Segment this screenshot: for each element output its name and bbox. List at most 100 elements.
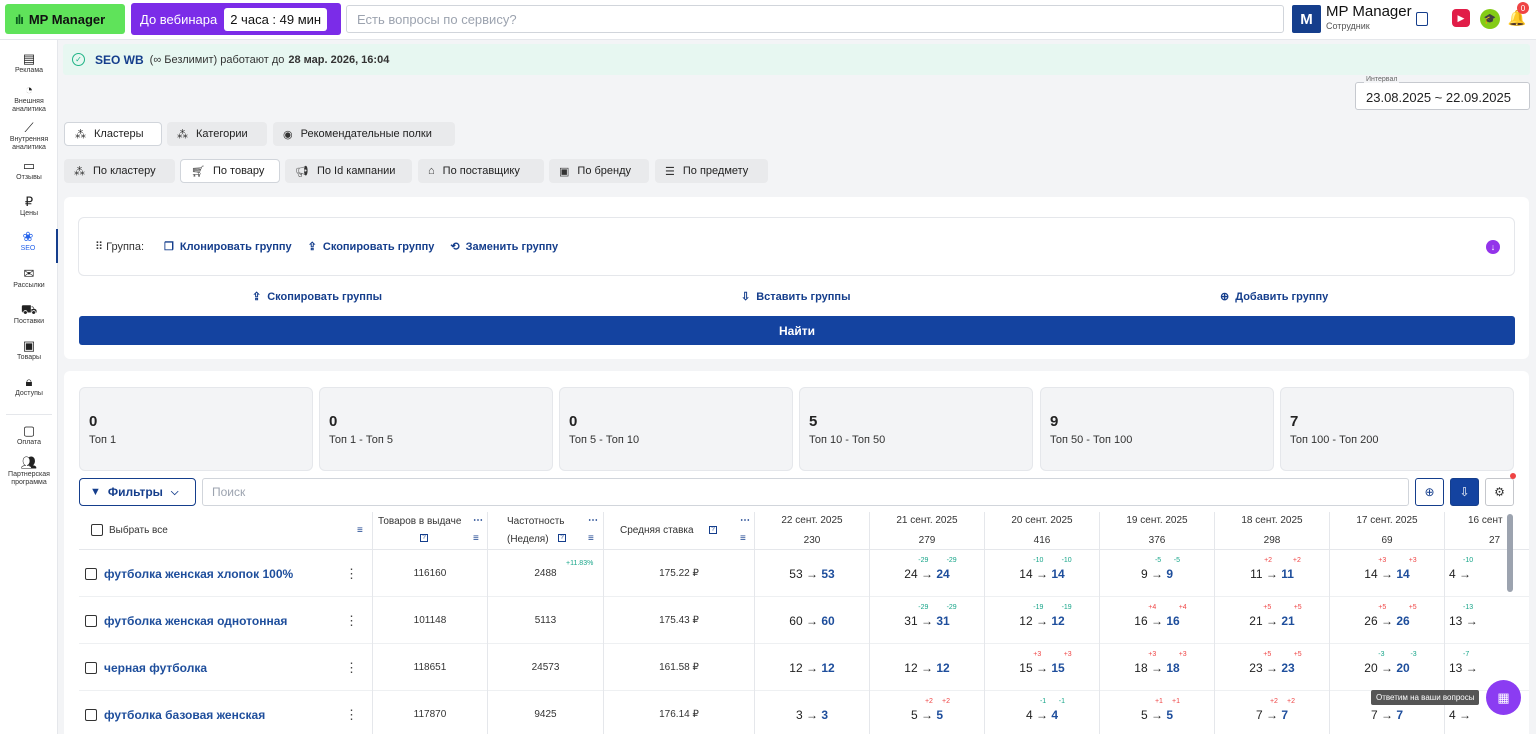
sidebar-item-mailings[interactable]: ✉ Рассылки <box>0 266 58 290</box>
sidebar-item-internal-analytics[interactable]: ⟋ Внутренняя аналитика <box>0 120 58 152</box>
youtube-icon[interactable]: ▶ <box>1452 9 1470 27</box>
tab-by-brand[interactable]: ▣ По бренду <box>549 159 649 183</box>
position-change: 31 → 31 -29 -29 <box>904 603 957 628</box>
row-menu-icon[interactable]: ⋮ <box>345 660 358 676</box>
tab-label: Категории <box>196 128 248 140</box>
header-date: 16 сент 27 <box>1445 512 1529 550</box>
avatar[interactable]: M <box>1292 5 1321 33</box>
sidebar-item-label: Поставки <box>13 318 45 325</box>
keyword-link[interactable]: футболка женская хлопок 100% <box>104 567 293 581</box>
sidebar-item-payment[interactable]: ▢ Оплата <box>0 423 58 447</box>
position-cell: 7 → 7 +2 +2 <box>1215 691 1330 734</box>
position-to: 16 <box>1166 613 1180 628</box>
row-checkbox[interactable] <box>85 708 97 721</box>
help-icon[interactable]: ? <box>558 534 566 542</box>
stat-value: 0 <box>329 413 338 430</box>
column-menu-icon[interactable]: ≡ <box>357 525 363 536</box>
sidebar: ▤ Реклама ◔ Внешняя аналитика ⟋ Внутренняя … <box>0 40 58 734</box>
help-search-input[interactable] <box>346 5 1284 33</box>
filters-button[interactable]: ▼ Фильтры ⌵ <box>79 478 196 506</box>
position-cell: 31 → 31 -29 -29 <box>870 597 985 644</box>
header-frequency-label: Частотность <box>507 516 565 527</box>
copy-group-label: Скопировать группу <box>322 241 435 253</box>
keyword-link[interactable]: футболка базовая женская <box>104 708 265 722</box>
tab-recommended-shelves[interactable]: ◉ Рекомендательные полки <box>273 122 455 146</box>
sidebar-item-label: Реклама <box>14 67 44 74</box>
keywords-table: Выбрать все ≡ Товаров в выдаче ⋯ ? ≡ Час… <box>79 512 1529 734</box>
tab-categories[interactable]: ⁂ Категории <box>167 122 267 146</box>
select-all-checkbox[interactable] <box>91 524 103 536</box>
interval-picker[interactable]: Интервал 23.08.2025 ~ 22.09.2025 <box>1355 76 1530 110</box>
tab-by-cluster[interactable]: ⁂ По кластеру <box>64 159 175 183</box>
position-from: 13 <box>1449 660 1463 675</box>
more-icon[interactable]: ⋯ <box>740 515 750 526</box>
webinar-countdown[interactable]: До вебинара 2 часа : 49 мин <box>131 3 341 35</box>
tab-by-subject[interactable]: ☰ По предмету <box>655 159 768 183</box>
column-menu-icon[interactable]: ≡ <box>740 533 746 544</box>
delta-label: +3 <box>1063 650 1072 658</box>
user-name[interactable]: MP Manager <box>1326 3 1412 20</box>
sidebar-item-seo[interactable]: ❀ SEO <box>0 229 58 263</box>
download-button[interactable]: ⇩ <box>1450 478 1479 506</box>
position-change: 18 → 18 +3 +3 <box>1134 650 1187 675</box>
sidebar-item-products[interactable]: ▣ Товары <box>0 338 58 362</box>
app-logo[interactable]: ılı MP Manager <box>5 4 125 34</box>
table-search-input[interactable] <box>202 478 1409 506</box>
delta-label: +5 <box>1263 650 1272 658</box>
more-icon[interactable]: ⋯ <box>473 515 483 526</box>
help-icon[interactable]: ? <box>709 526 717 534</box>
sidebar-item-access[interactable]: 🔒︎ Доступы <box>0 374 58 398</box>
sidebar-item-prices[interactable]: ₽ Цены <box>0 194 58 218</box>
group-label[interactable]: ⠿ Группа: <box>95 240 144 253</box>
settings-button[interactable]: ⚙ <box>1485 478 1514 506</box>
tab-clusters[interactable]: ⁂ Кластеры <box>64 122 162 146</box>
copy-icon[interactable] <box>1416 12 1428 26</box>
find-button[interactable]: Найти <box>79 316 1515 345</box>
table-scrollbar[interactable] <box>1507 514 1513 592</box>
replace-group-label: Заменить группу <box>465 241 559 253</box>
tab-by-campaign-id[interactable]: 📢︎ По Id кампании <box>285 159 412 183</box>
tab-by-product[interactable]: 🛒︎ По товару <box>180 159 280 183</box>
bid-cell: 176.14 ₽ <box>604 691 755 734</box>
copy-group-button[interactable]: ⇪ Скопировать группу <box>308 240 435 253</box>
position-change: 5 → 5 +2 +2 <box>910 697 951 722</box>
products-cell: 101148 <box>373 597 488 644</box>
sidebar-item-supplies[interactable]: ⛟ Поставки <box>0 302 58 326</box>
row-menu-icon[interactable]: ⋮ <box>345 613 358 629</box>
sidebar-item-label: Отзывы <box>16 174 42 181</box>
sidebar-item-ads[interactable]: ▤ Реклама <box>0 51 58 75</box>
column-menu-icon[interactable]: ≡ <box>473 533 479 544</box>
bid-cell: 175.22 ₽ <box>604 550 755 597</box>
tab-by-supplier[interactable]: ⌂ По поставщику <box>418 159 544 183</box>
sidebar-item-external-analytics[interactable]: ◔ Внешняя аналитика <box>0 82 58 114</box>
table-row: черная футболка ⋮ 118651 24573 161.58 ₽ 12 … <box>79 644 1529 691</box>
keyword-link[interactable]: черная футболка <box>104 661 207 675</box>
expand-icon[interactable]: ↓ <box>1486 240 1500 254</box>
sidebar-item-partners[interactable]: 👥︎ Партнерская программа <box>0 455 58 487</box>
row-menu-icon[interactable]: ⋮ <box>345 707 358 723</box>
target-button[interactable]: ⊕ <box>1415 478 1444 506</box>
copy-groups-button[interactable]: ⇪ Скопировать группы <box>252 290 382 303</box>
drag-handle-icon[interactable]: ⠿ <box>95 241 106 253</box>
stat-top5-10: 0 Топ 5 - Топ 10 <box>559 387 793 471</box>
add-group-button[interactable]: ⊕ Добавить группу <box>1220 290 1328 303</box>
more-icon[interactable]: ⋯ <box>588 515 598 526</box>
position-cell: 26 → 26 +5 +5 <box>1330 597 1445 644</box>
sidebar-item-reviews[interactable]: ▭ Отзывы <box>0 158 58 182</box>
stat-label: Топ 1 - Топ 5 <box>329 434 393 446</box>
row-checkbox[interactable] <box>85 661 97 674</box>
replace-group-button[interactable]: ⟲ Заменить группу <box>450 240 558 253</box>
row-menu-icon[interactable]: ⋮ <box>345 566 358 582</box>
keyword-link[interactable]: футболка женская однотонная <box>104 614 287 628</box>
graduation-cap-icon[interactable]: 🎓 <box>1480 9 1500 29</box>
keyword-cell: черная футболка ⋮ <box>79 644 373 691</box>
position-from: 26 <box>1364 613 1378 628</box>
paste-groups-button[interactable]: ⇩ Вставить группы <box>741 290 850 303</box>
banner-title: SEO WB <box>95 52 144 67</box>
help-icon[interactable]: ? <box>420 534 428 542</box>
row-checkbox[interactable] <box>85 567 97 580</box>
clone-group-button[interactable]: ❐ Клонировать группу <box>164 240 292 253</box>
column-menu-icon[interactable]: ≡ <box>588 533 594 544</box>
row-checkbox[interactable] <box>85 614 97 627</box>
chat-button[interactable]: ▦ <box>1486 680 1521 715</box>
